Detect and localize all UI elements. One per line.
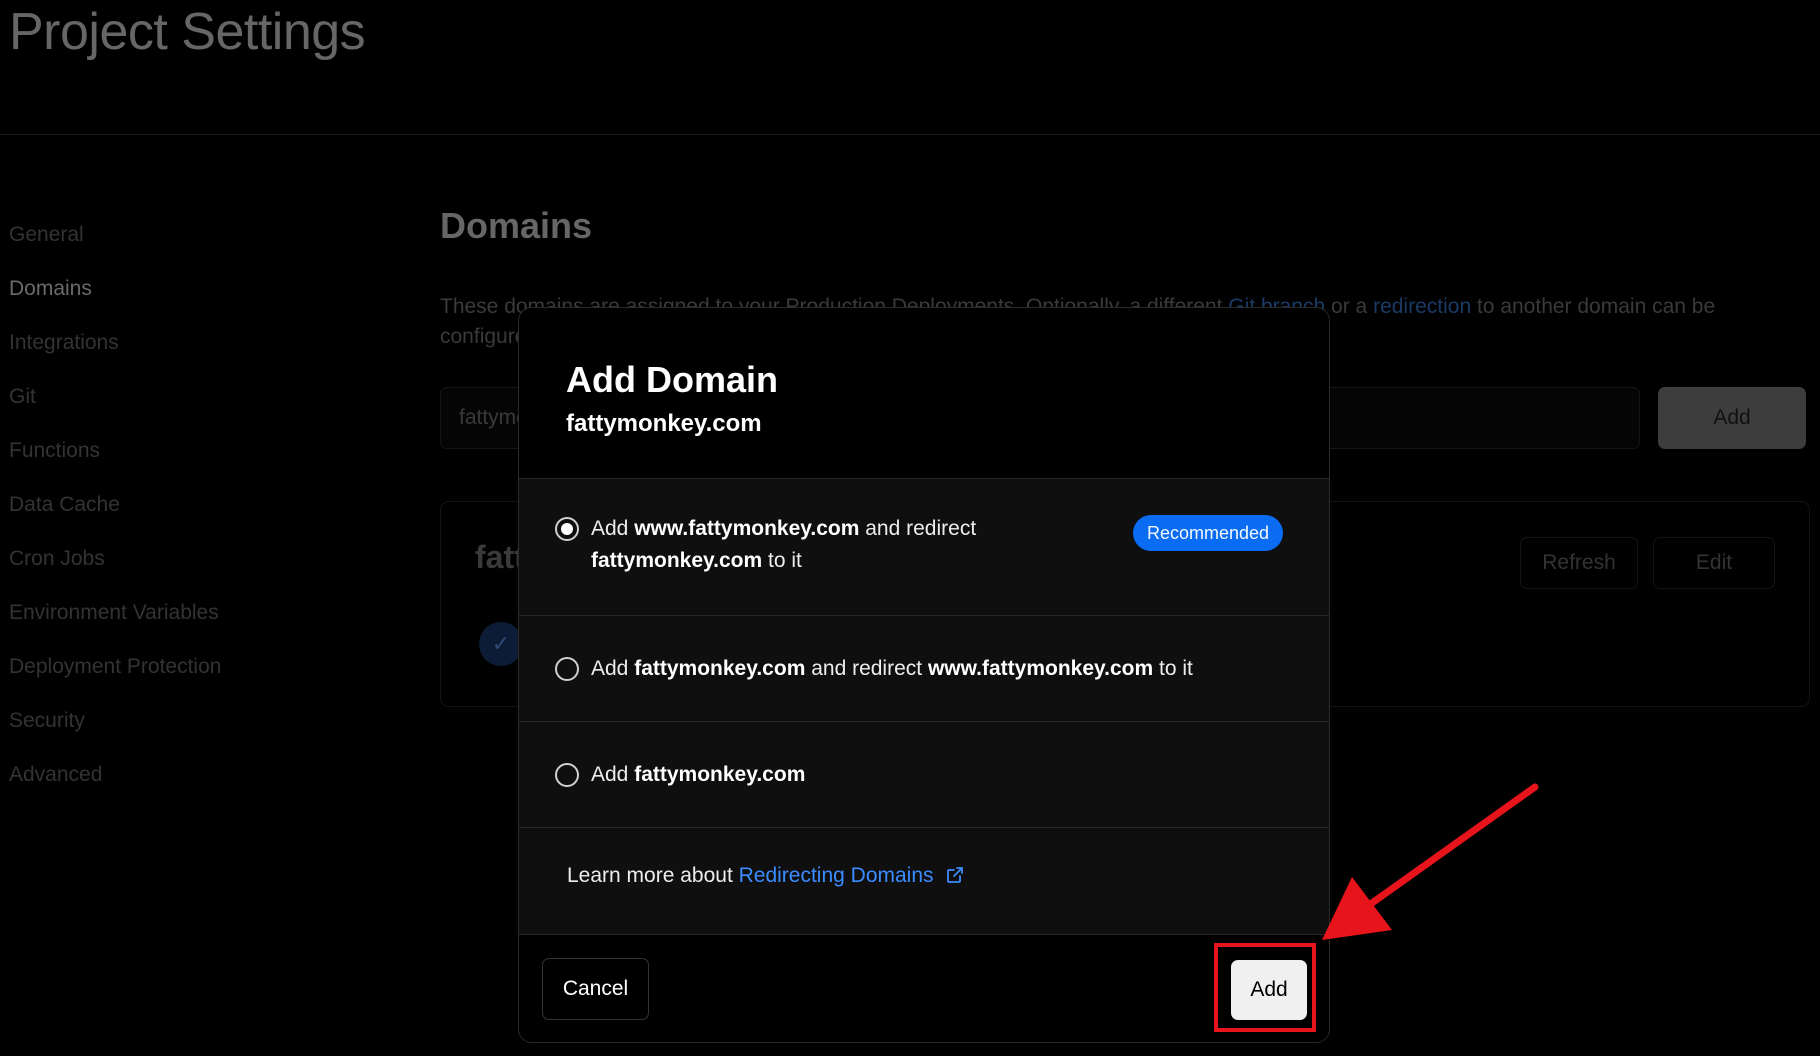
annotation-arrow-icon xyxy=(1322,783,1539,940)
